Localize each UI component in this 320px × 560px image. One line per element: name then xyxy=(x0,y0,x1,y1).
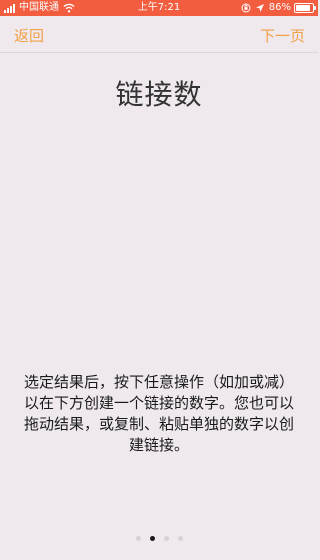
battery-icon xyxy=(294,3,316,13)
next-page-button[interactable]: 下一页 xyxy=(260,25,305,46)
page-dot[interactable] xyxy=(163,536,169,541)
page-dot[interactable] xyxy=(177,536,183,541)
nav-bar: 返回 下一页 xyxy=(0,16,318,53)
status-bar: 中国联通 上午7:21 86% xyxy=(0,0,318,16)
page-title: 链接数 xyxy=(115,78,203,111)
page-indicator[interactable] xyxy=(0,536,318,541)
battery-percent: 86% xyxy=(268,2,291,13)
back-button[interactable]: 返回 xyxy=(14,25,44,46)
status-right: 86% xyxy=(241,0,316,16)
page-dot-active[interactable] xyxy=(149,536,155,541)
battery-fill xyxy=(296,5,310,11)
orientation-lock-icon xyxy=(241,3,251,13)
page-dot[interactable] xyxy=(135,536,141,541)
location-arrow-icon xyxy=(255,4,264,12)
screen: 中国联通 上午7:21 86% 返回 下一页 链接数 选定结果后，按下任意操作（… xyxy=(0,0,318,560)
instructions-text: 选定结果后，按下任意操作（如加或减）以在下方创建一个链接的数字。您也可以拖动结果… xyxy=(23,373,294,454)
